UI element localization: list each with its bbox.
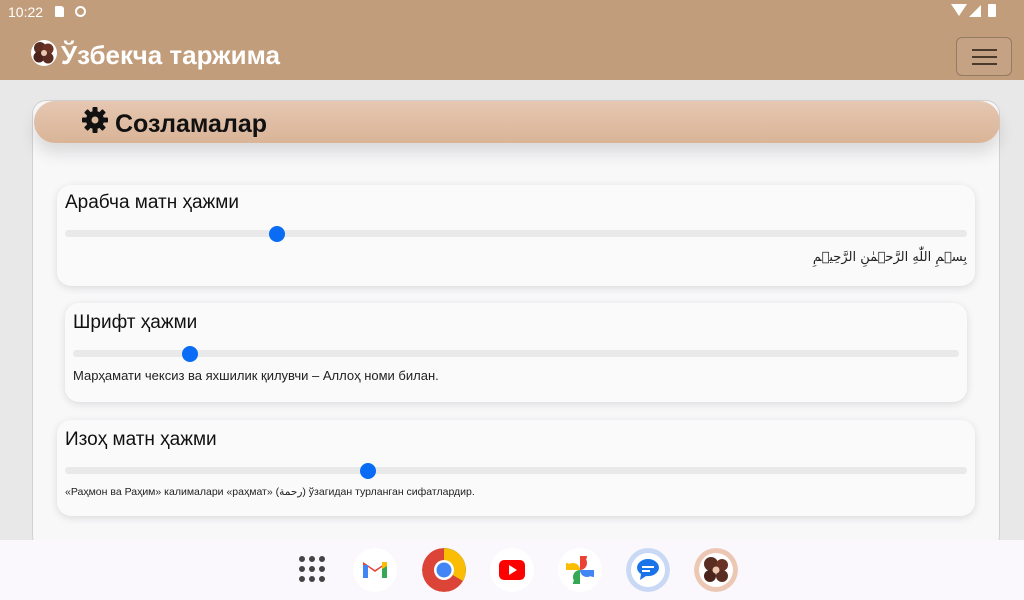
app-logo-icon [31,40,57,66]
sync-icon [75,6,86,17]
battery-icon [988,4,996,17]
status-bar: 10:22 [0,0,1024,24]
font-size-slider[interactable] [73,350,959,357]
hamburger-line [972,56,997,58]
comment-size-slider-thumb[interactable] [360,463,376,479]
messages-icon[interactable] [626,548,670,592]
font-size-slider-thumb[interactable] [182,346,198,362]
gear-icon [82,107,108,133]
comment-size-slider[interactable] [65,467,967,474]
app-logo-icon[interactable] [694,548,738,592]
arabic-size-slider-thumb[interactable] [269,226,285,242]
wifi-icon [951,4,967,16]
arabic-size-label: Арабча матн ҳажми [65,192,239,213]
arabic-size-slider[interactable] [65,230,967,237]
signal-icon [969,5,981,17]
status-time: 10:22 [8,4,44,20]
apps-grid-icon[interactable] [299,556,327,584]
comment-size-sample: «Раҳмон ва Раҳим» калималари «раҳмат» (ر… [65,486,475,498]
photos-icon[interactable] [558,548,602,592]
gmail-icon[interactable] [353,548,397,592]
font-size-sample: Марҳамати чексиз ва яхшилик қилувчи – Ал… [73,368,439,383]
settings-title: Созламалар [115,110,268,138]
comment-size-label: Изоҳ матн ҳажми [65,429,217,450]
youtube-icon[interactable] [490,548,534,592]
sd-card-icon [55,6,64,17]
hamburger-line [972,63,997,65]
arabic-size-sample: بِسۡمِ اللّٰهِ الرَّحۡمٰنِ الرَّحِیۡمِ [812,250,967,265]
font-size-label: Шрифт ҳажми [73,312,198,333]
hamburger-menu-icon [972,49,997,51]
hamburger-menu-button[interactable] [956,37,1012,76]
app-title: Ўзбекча таржима [61,40,280,70]
chrome-icon[interactable] [422,548,466,592]
